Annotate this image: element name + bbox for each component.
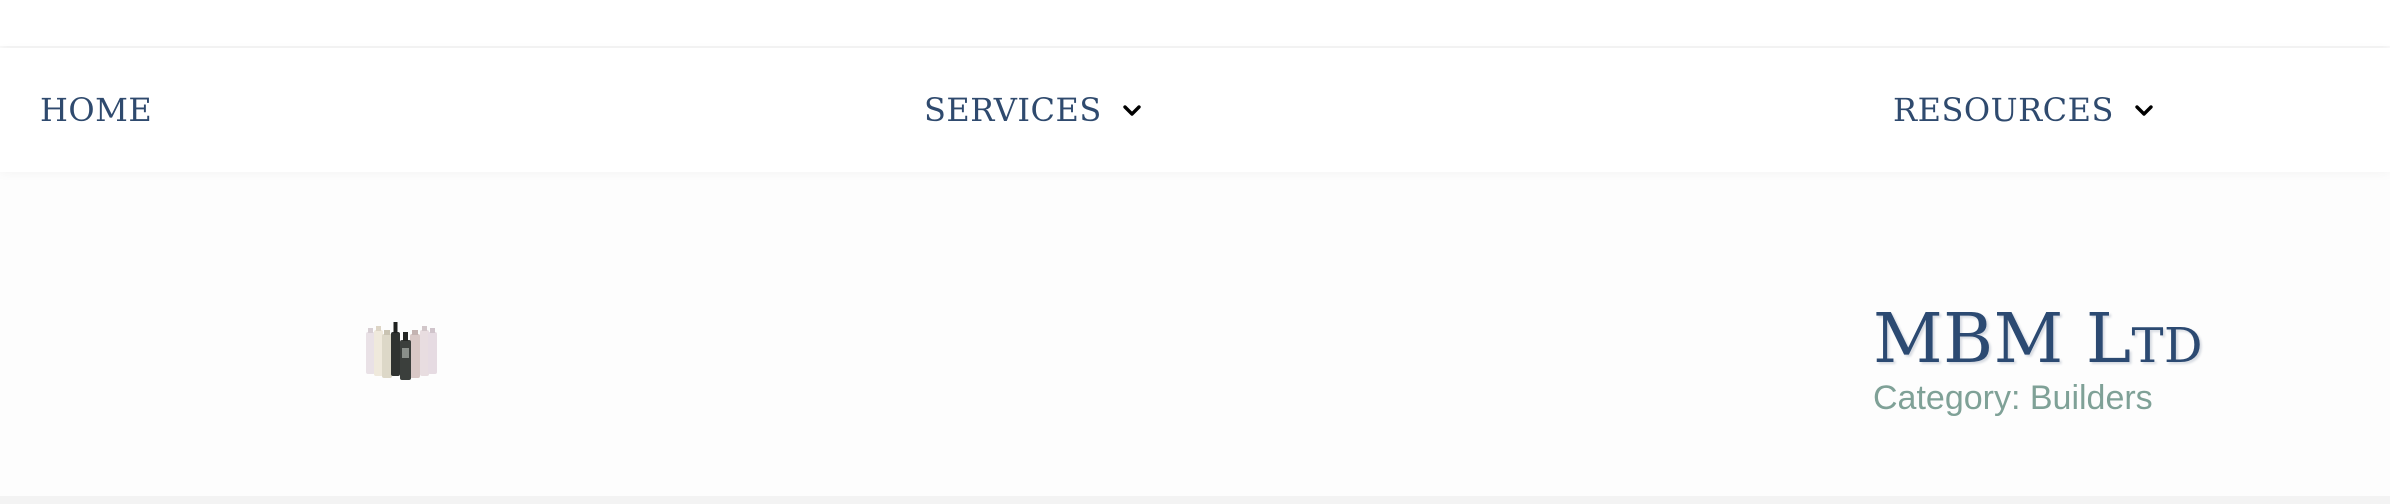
- section-divider: [0, 496, 2390, 504]
- nav-item-label: RESOURCES: [1893, 91, 2114, 129]
- main-navigation: HOME SERVICES RESOURCES: [0, 48, 2390, 172]
- listing-info: MBM Ltd Category: Builders: [1873, 306, 2333, 417]
- product-bottles-image[interactable]: [364, 318, 440, 382]
- top-bar: [0, 0, 2390, 46]
- chevron-down-icon[interactable]: [1120, 99, 1144, 123]
- nav-item-services[interactable]: SERVICES: [924, 48, 1144, 172]
- nav-item-label: HOME: [40, 91, 153, 129]
- nav-item-label: SERVICES: [924, 91, 1102, 129]
- nav-item-resources[interactable]: RESOURCES: [1893, 48, 2156, 172]
- listing-category[interactable]: Category: Builders: [1873, 379, 2333, 417]
- chevron-down-icon[interactable]: [2132, 99, 2156, 123]
- listing-title[interactable]: MBM Ltd: [1873, 306, 2333, 374]
- listing-content: MBM Ltd Category: Builders: [0, 180, 2390, 500]
- nav-item-home[interactable]: HOME: [40, 48, 152, 172]
